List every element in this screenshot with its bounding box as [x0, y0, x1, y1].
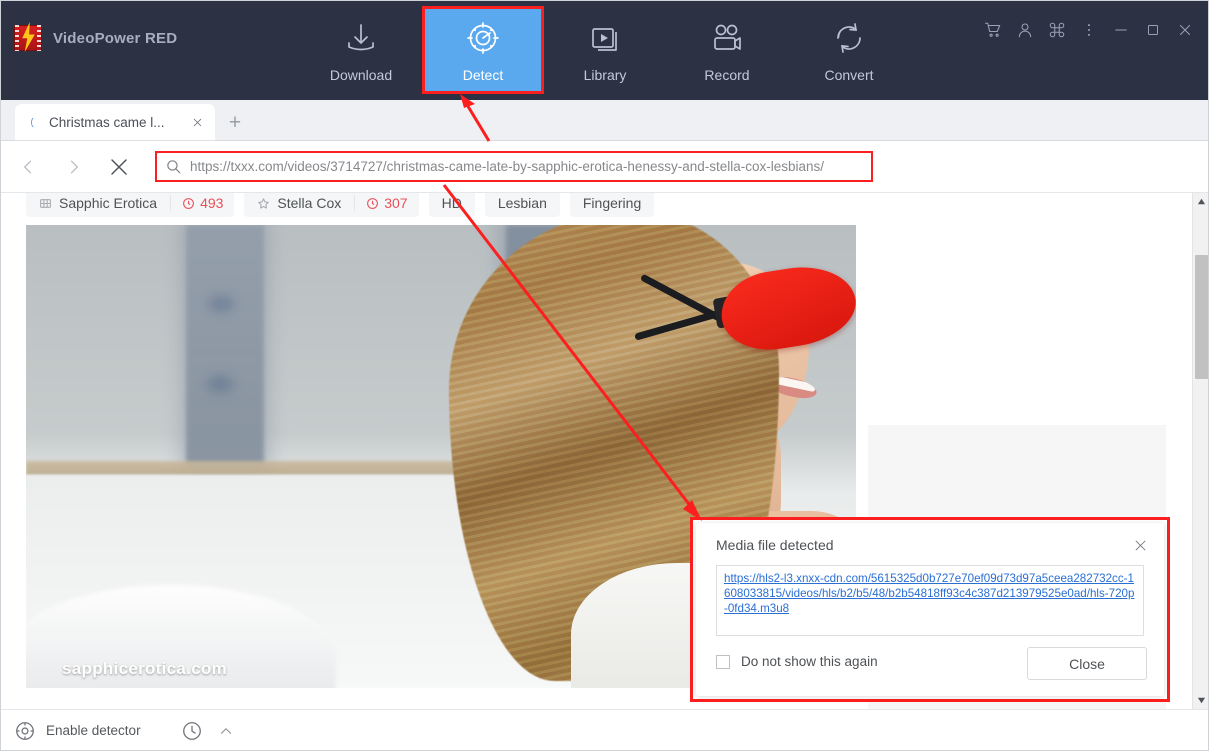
convert-refresh-icon	[837, 22, 861, 53]
brand-name: VideoPower RED	[53, 29, 178, 47]
tag-hd-label: HD	[441, 195, 462, 211]
scroll-down-arrow-icon[interactable]	[1193, 692, 1209, 709]
close-icon	[111, 159, 127, 175]
library-play-icon	[592, 27, 617, 51]
enable-detector-button[interactable]: Enable detector	[14, 720, 141, 742]
tag-stella-cox-label: Stella Cox	[277, 195, 342, 211]
nav-tab-download[interactable]: Download	[300, 6, 422, 94]
dialog-title: Media file detected	[716, 537, 834, 553]
channel-icon	[39, 197, 52, 210]
more-icon[interactable]	[1073, 14, 1105, 46]
address-input-value: https://txxx.com/videos/3714727/christma…	[190, 159, 825, 174]
browser-tab[interactable]: Christmas came l...	[15, 104, 215, 141]
video-bg-detail	[206, 375, 234, 393]
tag-stella-cox-count[interactable]: 307	[355, 193, 418, 217]
status-bar: Enable detector	[0, 709, 1209, 751]
back-button[interactable]	[12, 151, 44, 183]
scrollbar-thumb[interactable]	[1195, 255, 1208, 379]
nav-tab-convert-label: Convert	[824, 66, 874, 83]
main-nav-tabs: Download Detect Library Record Convert	[300, 6, 910, 94]
chevron-left-icon	[24, 160, 32, 174]
do-not-show-again-label: Do not show this again	[741, 654, 878, 669]
browser-tab-title: Christmas came l...	[49, 115, 165, 130]
application-window: VideoPower RED Download Detect Library R…	[0, 0, 1209, 751]
cart-icon[interactable]	[977, 14, 1009, 46]
expand-panel-chevron-up-icon[interactable]	[217, 722, 235, 740]
tag-sapphic-erotica[interactable]: Sapphic Erotica	[26, 193, 170, 217]
tag-sapphic-erotica-label: Sapphic Erotica	[59, 195, 158, 211]
maximize-icon[interactable]	[1137, 14, 1169, 46]
tag-stella-cox[interactable]: Stella Cox	[244, 193, 354, 217]
media-detected-dialog-highlight: Media file detected https://hls2-l3.xnxx…	[690, 517, 1170, 702]
search-icon	[165, 158, 182, 175]
nav-tab-detect-label: Detect	[462, 66, 504, 83]
detected-media-link-box: https://hls2-l3.xnxx-cdn.com/5615325d0b7…	[716, 565, 1144, 636]
crosshair-icon	[14, 720, 36, 742]
minimize-icon[interactable]	[1105, 14, 1137, 46]
stop-button[interactable]	[103, 151, 135, 183]
app-logo-icon	[14, 22, 42, 52]
download-history-button[interactable]	[181, 720, 203, 742]
tag-sapphic-erotica-count[interactable]: 493	[171, 193, 234, 217]
new-tab-button[interactable]: +	[224, 111, 246, 133]
download-icon	[348, 23, 374, 50]
media-detected-dialog: Media file detected https://hls2-l3.xnxx…	[696, 523, 1164, 696]
dialog-close-icon[interactable]	[1128, 533, 1152, 557]
brand: VideoPower RED	[14, 22, 178, 52]
views-icon	[366, 197, 379, 210]
page-favicon-icon	[29, 116, 42, 129]
clock-icon	[181, 720, 203, 742]
video-watermark: sapphicerotica.com	[62, 659, 228, 678]
star-icon	[257, 197, 270, 210]
views-icon	[182, 197, 195, 210]
browser-tab-close-icon[interactable]	[187, 113, 207, 133]
nav-tab-library-label: Library	[583, 66, 627, 83]
browser-tab-strip: Christmas came l... +	[0, 100, 1209, 141]
video-bg-panel-left	[186, 225, 264, 465]
dialog-close-button[interactable]: Close	[1027, 647, 1147, 680]
window-controls	[977, 14, 1201, 46]
address-input[interactable]: https://txxx.com/videos/3714727/christma…	[155, 151, 873, 182]
nav-tab-library[interactable]: Library	[544, 6, 666, 94]
tag-lesbian-label: Lesbian	[497, 195, 547, 211]
tag-lesbian[interactable]: Lesbian	[484, 193, 560, 217]
nav-tab-record-label: Record	[704, 66, 750, 83]
nav-tab-download-label: Download	[329, 66, 393, 83]
detect-radar-icon	[467, 21, 499, 54]
tag-fingering[interactable]: Fingering	[569, 193, 655, 217]
title-bar: VideoPower RED Download Detect Library R…	[0, 0, 1209, 100]
close-icon[interactable]	[1169, 14, 1201, 46]
tag-stella-cox-count-value: 307	[384, 195, 408, 211]
nav-tab-detect[interactable]: Detect	[422, 6, 544, 94]
tag-hd[interactable]: HD	[428, 193, 475, 217]
do-not-show-again-row[interactable]: Do not show this again	[716, 654, 878, 669]
apps-icon[interactable]	[1041, 14, 1073, 46]
tag-fingering-label: Fingering	[582, 195, 642, 211]
nav-tab-record[interactable]: Record	[666, 6, 788, 94]
chevron-right-icon	[70, 160, 78, 174]
account-icon[interactable]	[1009, 14, 1041, 46]
tag-group-performer: Stella Cox 307	[244, 193, 419, 217]
bolt-icon	[22, 22, 35, 52]
vertical-scrollbar[interactable]	[1192, 193, 1209, 709]
forward-button[interactable]	[58, 151, 90, 183]
scroll-up-arrow-icon[interactable]	[1193, 193, 1209, 210]
nav-tab-convert[interactable]: Convert	[788, 6, 910, 94]
tag-group-channel: Sapphic Erotica 493	[26, 193, 235, 217]
video-bg-detail	[208, 295, 234, 313]
detected-media-link[interactable]: https://hls2-l3.xnxx-cdn.com/5615325d0b7…	[724, 571, 1136, 616]
tag-sapphic-erotica-count-value: 493	[200, 195, 224, 211]
enable-detector-label: Enable detector	[46, 723, 141, 738]
do-not-show-again-checkbox[interactable]	[716, 654, 730, 669]
video-tag-row: Sapphic Erotica 493 Stella Cox 307 HD Le…	[26, 193, 655, 217]
record-camera-icon	[714, 24, 741, 50]
